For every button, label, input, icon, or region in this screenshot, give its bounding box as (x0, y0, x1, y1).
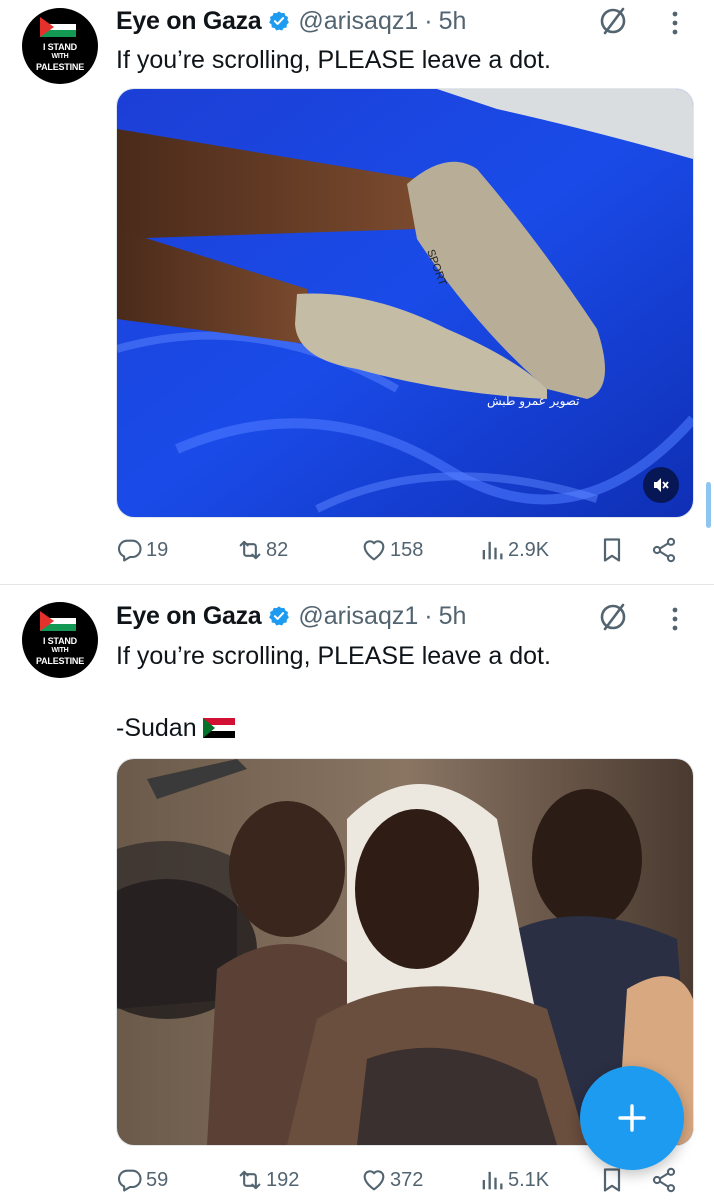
bookmark-button[interactable] (598, 530, 626, 570)
repost-button[interactable]: 82 (236, 530, 288, 570)
handle[interactable]: @arisaqz1 (298, 7, 418, 36)
views-count: 5.1K (508, 1168, 550, 1191)
reply-count: 59 (146, 1168, 169, 1191)
heart-icon (363, 1170, 385, 1191)
avatar-text: I STAND WITH PALESTINE (35, 636, 85, 666)
palestine-flag-icon (40, 611, 76, 631)
media-watermark: تصوير عمرو طبش (487, 394, 580, 408)
tweet-text: If you’re scrolling, PLEASE leave a dot. (116, 642, 551, 670)
compose-button[interactable] (580, 1066, 684, 1170)
views-button[interactable]: 2.9K (478, 530, 549, 570)
repost-icon (239, 540, 261, 560)
display-name[interactable]: Eye on Gaza (116, 7, 262, 36)
reply-icon (117, 539, 142, 562)
repost-count: 192 (266, 1168, 300, 1191)
like-button[interactable]: 372 (360, 1160, 423, 1200)
grok-icon[interactable] (596, 600, 630, 634)
avatar[interactable]: I STAND WITH PALESTINE (22, 602, 98, 678)
tweet-header: Eye on Gaza @arisaqz1 · 5h (116, 3, 466, 39)
tweet-text-sudan: -Sudan (116, 714, 197, 742)
share-icon (652, 1167, 676, 1193)
share-icon (652, 537, 676, 563)
repost-button[interactable]: 192 (236, 1160, 299, 1200)
share-button[interactable] (650, 1160, 678, 1200)
avatar[interactable]: I STAND WITH PALESTINE (22, 8, 98, 84)
verified-badge-icon (269, 11, 290, 31)
mute-icon (654, 478, 669, 492)
tweet[interactable]: I STAND WITH PALESTINE Eye on Gaza @aris… (0, 0, 714, 585)
tweet-header: Eye on Gaza @arisaqz1 · 5h (116, 598, 466, 634)
like-count: 372 (390, 1168, 424, 1191)
repost-count: 82 (266, 538, 289, 561)
media-photo: SPORT (117, 89, 693, 517)
views-icon (482, 541, 503, 560)
share-button[interactable] (650, 530, 678, 570)
reply-count: 19 (146, 538, 169, 561)
tweet-actions: 59 192 372 5.1K (116, 1160, 696, 1200)
like-count: 158 (390, 538, 424, 561)
sudan-flag-icon (202, 718, 235, 738)
views-icon (482, 1171, 503, 1190)
plus-icon (618, 1104, 646, 1132)
tweet-media[interactable]: SPORT تصوير عمرو طبش (116, 88, 694, 518)
tweet-actions: 19 82 158 2.9K (116, 530, 696, 570)
tweet-text: If you’re scrolling, PLEASE leave a dot. (116, 46, 551, 74)
verified-badge-icon (269, 606, 290, 626)
views-button[interactable]: 5.1K (478, 1160, 549, 1200)
avatar-text: I STAND WITH PALESTINE (35, 42, 85, 72)
palestine-flag-icon (40, 17, 76, 37)
separator: · (424, 601, 433, 630)
scrollbar-thumb[interactable] (706, 482, 711, 528)
reply-button[interactable]: 59 (116, 1160, 168, 1200)
mute-button[interactable] (643, 467, 679, 503)
handle[interactable]: @arisaqz1 (298, 602, 418, 631)
divider (0, 584, 714, 585)
heart-icon (363, 540, 385, 561)
bookmark-icon (603, 538, 621, 562)
reply-button[interactable]: 19 (116, 530, 168, 570)
repost-icon (239, 1170, 261, 1190)
more-vertical-icon[interactable] (664, 602, 686, 636)
timestamp[interactable]: 5h (439, 7, 467, 36)
tweet-text-line2: -Sudan (116, 712, 235, 744)
timestamp[interactable]: 5h (439, 602, 467, 631)
bookmark-icon (603, 1168, 621, 1192)
like-button[interactable]: 158 (360, 530, 423, 570)
separator: · (424, 6, 433, 35)
display-name[interactable]: Eye on Gaza (116, 602, 262, 631)
grok-icon[interactable] (596, 4, 630, 38)
views-count: 2.9K (508, 538, 550, 561)
reply-icon (117, 1169, 142, 1192)
more-vertical-icon[interactable] (664, 6, 686, 40)
